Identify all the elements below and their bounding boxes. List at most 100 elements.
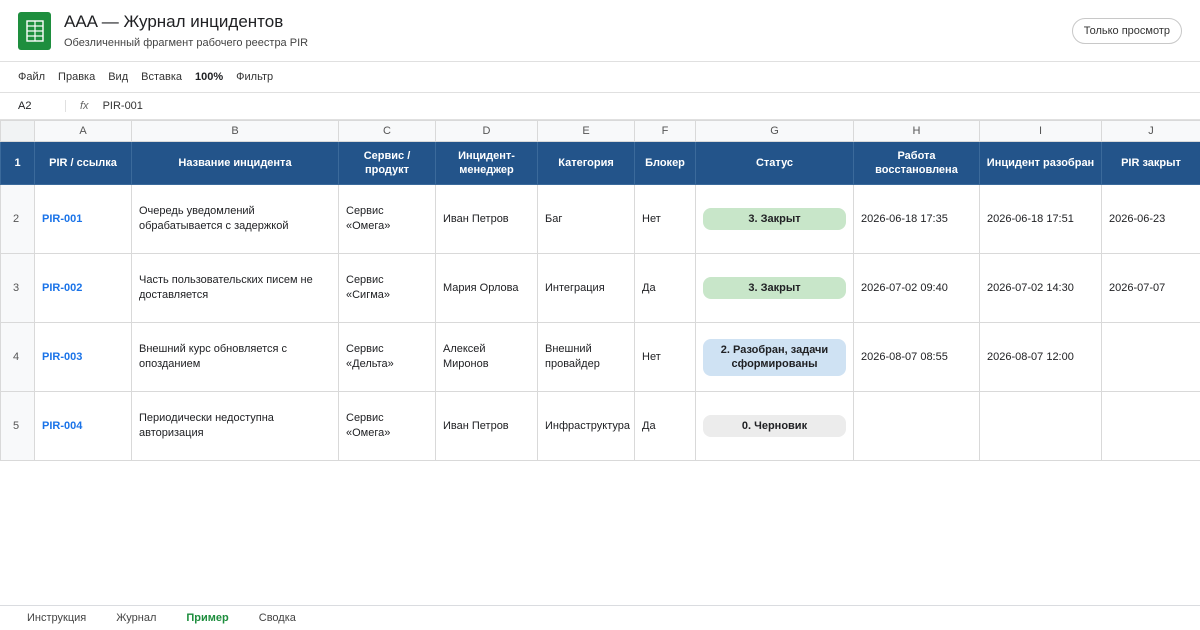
header-cell-manager[interactable]: Инцидент-менеджер <box>435 141 538 185</box>
tab-summary[interactable]: Сводка <box>259 612 296 624</box>
category-cell[interactable]: Баг <box>537 184 635 254</box>
closed-cell[interactable]: 2026-06-23 <box>1101 184 1200 254</box>
formula-input[interactable]: PIR-001 <box>103 100 143 112</box>
title-cell[interactable]: Часть пользовательских писем не доставля… <box>131 253 339 323</box>
zoom-level[interactable]: 100% <box>195 71 223 83</box>
column-header-d[interactable]: D <box>435 120 538 142</box>
menu-edit[interactable]: Правка <box>58 71 95 83</box>
header-cell-blocker[interactable]: Блокер <box>634 141 696 185</box>
header-cell-category[interactable]: Категория <box>537 141 635 185</box>
column-header-row: A B C D E F G H I J <box>0 120 1200 142</box>
restored-cell[interactable] <box>853 391 980 461</box>
pir-cell[interactable]: PIR-002 <box>34 253 132 323</box>
status-badge: 0. Черновик <box>703 415 846 437</box>
category-cell[interactable]: Интеграция <box>537 253 635 323</box>
analyzed-cell[interactable]: 2026-07-02 14:30 <box>979 253 1102 323</box>
row-number[interactable]: 1 <box>0 141 35 185</box>
cell-reference[interactable]: A2 <box>0 100 66 112</box>
row-number[interactable]: 3 <box>0 253 35 323</box>
title-cell[interactable]: Очередь уведомлений обрабатывается с зад… <box>131 184 339 254</box>
pir-cell[interactable]: PIR-001 <box>34 184 132 254</box>
sheet-tab-bar: Инструкция Журнал Пример Сводка <box>0 605 1200 630</box>
restored-cell[interactable]: 2026-06-18 17:35 <box>853 184 980 254</box>
pir-link[interactable]: PIR-003 <box>42 351 82 363</box>
document-title: AAA — Журнал инцидентов <box>64 12 284 31</box>
tab-journal[interactable]: Журнал <box>116 612 156 624</box>
spreadsheet-grid: A B C D E F G H I J 1 PIR / ссылка Назва… <box>0 120 1200 461</box>
pir-link[interactable]: PIR-002 <box>42 282 82 294</box>
restored-cell[interactable]: 2026-08-07 08:55 <box>853 322 980 392</box>
tab-instruction[interactable]: Инструкция <box>27 612 86 624</box>
pir-link[interactable]: PIR-004 <box>42 420 82 432</box>
document-subtitle: Обезличенный фрагмент рабочего реестра P… <box>64 37 309 49</box>
menu-bar: Файл Правка Вид Вставка 100% Фильтр <box>0 62 1200 93</box>
menu-view[interactable]: Вид <box>108 71 128 83</box>
row-number[interactable]: 2 <box>0 184 35 254</box>
row-number[interactable]: 4 <box>0 322 35 392</box>
column-header-g[interactable]: G <box>695 120 854 142</box>
closed-cell[interactable]: 2026-07-07 <box>1101 253 1200 323</box>
manager-cell[interactable]: Иван Петров <box>435 391 538 461</box>
status-badge: 2. Разобран, задачи сформированы <box>703 338 846 376</box>
table-header-row: 1 PIR / ссылка Название инцидента Сервис… <box>0 141 1200 185</box>
manager-cell[interactable]: Иван Петров <box>435 184 538 254</box>
service-cell[interactable]: Сервис «Дельта» <box>338 322 436 392</box>
column-header-j[interactable]: J <box>1101 120 1200 142</box>
column-header-c[interactable]: C <box>338 120 436 142</box>
header-cell-analyzed[interactable]: Инцидент разобран <box>979 141 1102 185</box>
closed-cell[interactable] <box>1101 322 1200 392</box>
analyzed-cell[interactable] <box>979 391 1102 461</box>
blocker-cell[interactable]: Нет <box>634 322 696 392</box>
header-cell-status[interactable]: Статус <box>695 141 854 185</box>
formula-bar: A2 fx PIR-001 <box>0 93 1200 120</box>
pir-link[interactable]: PIR-001 <box>42 213 82 225</box>
row-number[interactable]: 5 <box>0 391 35 461</box>
analyzed-cell[interactable]: 2026-08-07 12:00 <box>979 322 1102 392</box>
status-cell[interactable]: 2. Разобран, задачи сформированы <box>695 322 854 392</box>
status-cell[interactable]: 3. Закрыт <box>695 253 854 323</box>
fx-icon: fx <box>80 100 89 112</box>
service-cell[interactable]: Сервис «Омега» <box>338 184 436 254</box>
select-all-corner[interactable] <box>0 120 35 142</box>
tab-example[interactable]: Пример <box>186 612 228 624</box>
header-cell-restored[interactable]: Работа восстановлена <box>853 141 980 185</box>
column-header-b[interactable]: B <box>131 120 339 142</box>
blocker-cell[interactable]: Да <box>634 391 696 461</box>
manager-cell[interactable]: Мария Орлова <box>435 253 538 323</box>
title-cell[interactable]: Внешний курс обновляется с опозданием <box>131 322 339 392</box>
column-header-i[interactable]: I <box>979 120 1102 142</box>
manager-cell[interactable]: Алексей Миронов <box>435 322 538 392</box>
blocker-cell[interactable]: Да <box>634 253 696 323</box>
service-cell[interactable]: Сервис «Сигма» <box>338 253 436 323</box>
header-cell-closed[interactable]: PIR закрыт <box>1101 141 1200 185</box>
title-cell[interactable]: Периодически недоступна авторизация <box>131 391 339 461</box>
closed-cell[interactable] <box>1101 391 1200 461</box>
category-cell[interactable]: Внешний провайдер <box>537 322 635 392</box>
spreadsheet-icon <box>18 12 51 50</box>
pir-cell[interactable]: PIR-003 <box>34 322 132 392</box>
view-only-button[interactable]: Только просмотр <box>1071 18 1182 44</box>
column-header-e[interactable]: E <box>537 120 635 142</box>
service-cell[interactable]: Сервис «Омега» <box>338 391 436 461</box>
menu-insert[interactable]: Вставка <box>141 71 182 83</box>
blocker-cell[interactable]: Нет <box>634 184 696 254</box>
menu-filter[interactable]: Фильтр <box>236 71 273 83</box>
column-header-a[interactable]: A <box>34 120 132 142</box>
header-cell-service[interactable]: Сервис / продукт <box>338 141 436 185</box>
header-cell-pir[interactable]: PIR / ссылка <box>34 141 132 185</box>
table-row: 4 PIR-003 Внешний курс обновляется с опо… <box>0 322 1200 392</box>
status-badge: 3. Закрыт <box>703 208 846 230</box>
menu-file[interactable]: Файл <box>18 71 45 83</box>
column-header-h[interactable]: H <box>853 120 980 142</box>
table-row: 3 PIR-002 Часть пользовательских писем н… <box>0 253 1200 323</box>
app-header: AAA — Журнал инцидентов Обезличенный фра… <box>0 0 1200 62</box>
column-header-f[interactable]: F <box>634 120 696 142</box>
status-badge: 3. Закрыт <box>703 277 846 299</box>
header-cell-title[interactable]: Название инцидента <box>131 141 339 185</box>
restored-cell[interactable]: 2026-07-02 09:40 <box>853 253 980 323</box>
pir-cell[interactable]: PIR-004 <box>34 391 132 461</box>
status-cell[interactable]: 0. Черновик <box>695 391 854 461</box>
status-cell[interactable]: 3. Закрыт <box>695 184 854 254</box>
analyzed-cell[interactable]: 2026-06-18 17:51 <box>979 184 1102 254</box>
category-cell[interactable]: Инфраструктура <box>537 391 635 461</box>
